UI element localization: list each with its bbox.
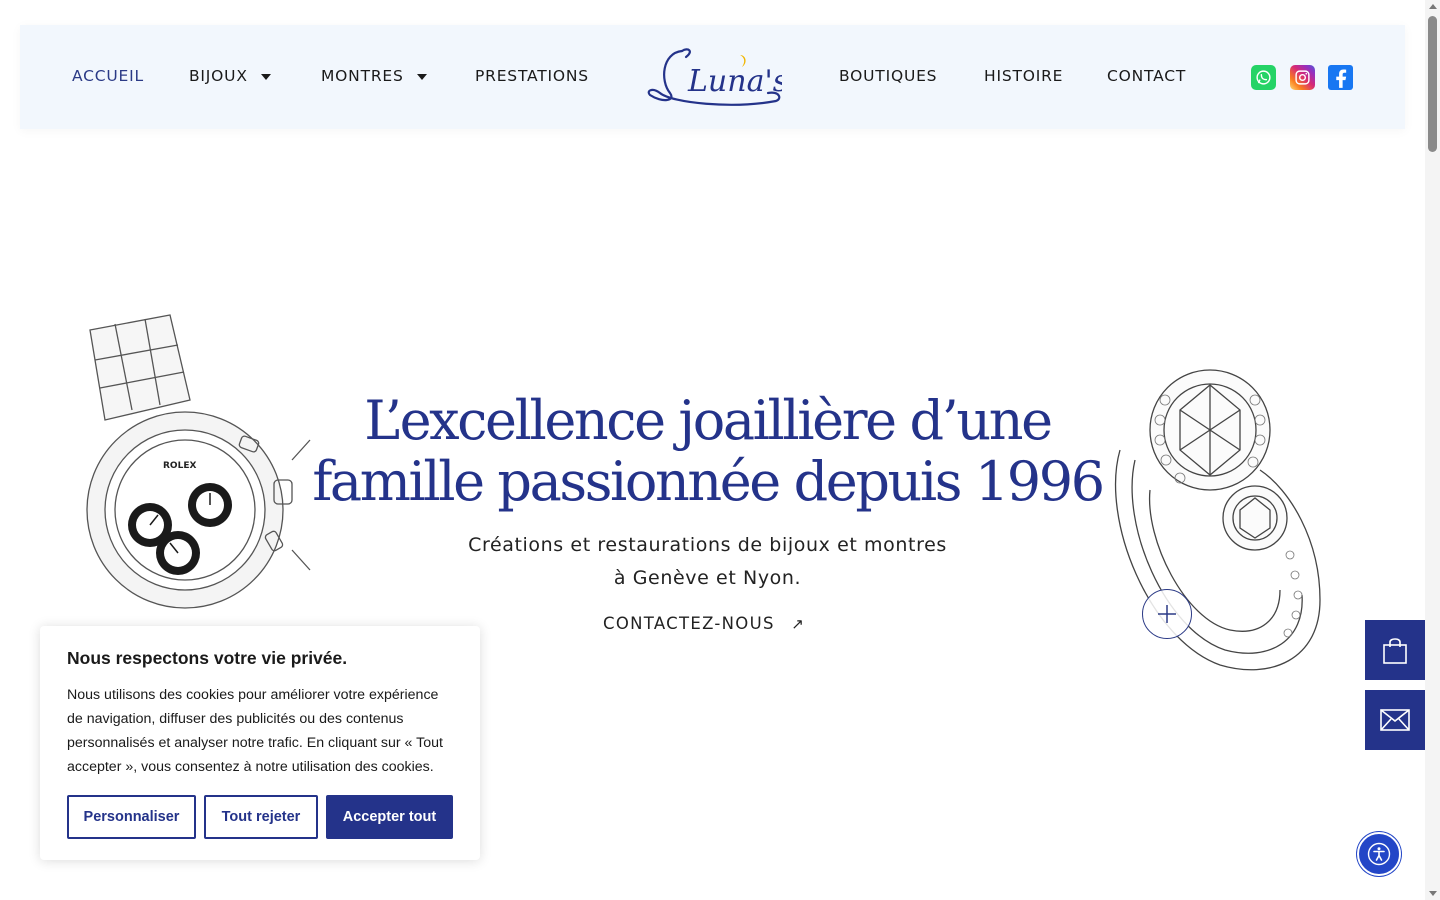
hero-subtitle: Créations et restaurations de bijoux et … [400,529,1015,595]
scrollbar-thumb[interactable] [1428,16,1437,152]
reject-all-button[interactable]: Tout rejeter [204,795,318,839]
hero-title-line: L’excellence joaillière d’une [364,389,1053,452]
nav-item-label: ACCUEIL [72,67,144,85]
plus-icon [1158,605,1176,623]
cookie-description: Nous utilisons des cookies pour améliore… [67,687,443,775]
nav-item-label: CONTACT [1107,67,1187,85]
whatsapp-icon[interactable] [1251,65,1276,90]
nav-item-histoire[interactable]: HISTOIRE [984,67,1063,85]
cookie-consent-banner: Nous respectons votre vie privée. Nous u… [40,626,480,860]
accept-all-button[interactable]: Accepter tout [326,795,453,839]
hero-title: L’excellence joaillière d’une famille pa… [300,390,1115,512]
caret-down-icon [416,74,427,80]
email-button[interactable] [1365,690,1425,750]
nav-item-label: PRESTATIONS [475,67,589,85]
shopping-bag-icon [1383,638,1407,664]
watch-illustration: ROLEX [86,314,311,609]
facebook-icon[interactable] [1328,65,1353,90]
nav-item-accueil[interactable]: ACCUEIL [72,67,144,85]
nav-item-prestations[interactable]: PRESTATIONS [475,67,589,85]
cookie-title: Nous respectons votre vie privée. [67,648,348,668]
watch-brand-text: ROLEX [163,461,196,471]
customize-button[interactable]: Personnaliser [67,795,196,839]
scroll-down-arrow-icon[interactable] [1429,891,1437,896]
nav-item-bijoux[interactable]: BIJOUX [189,67,271,85]
nav-item-montres[interactable]: MONTRES [321,67,427,85]
expand-plus-button[interactable] [1142,589,1192,639]
nav-item-label: HISTOIRE [984,67,1064,85]
caret-down-icon [260,74,271,80]
nav-item-label: BOUTIQUES [839,67,938,85]
hero-subtitle-line: à Genève et Nyon. [613,567,802,589]
nav-item-label: BIJOUX [189,67,248,85]
page-scrollbar[interactable] [1425,0,1440,900]
hero-title-line: famille passionnée depuis 1996 [312,450,1105,513]
ring-illustration [1115,369,1321,671]
lunas-logo[interactable]: Luna's [642,41,782,111]
site-header: ACCUEIL BIJOUX MONTRES PRESTATIONS Luna'… [20,25,1405,129]
accessibility-icon [1367,842,1391,866]
hero-subtitle-line: Créations et restaurations de bijoux et … [468,534,947,556]
contact-us-label: CONTACTEZ-NOUS [603,614,775,633]
nav-item-label: MONTRES [321,67,404,85]
envelope-icon [1380,709,1410,731]
accessibility-button[interactable] [1357,832,1401,876]
contact-us-link[interactable]: CONTACTEZ-NOUS ↗ [603,614,805,633]
shop-button[interactable] [1365,620,1425,680]
logo-text: Luna's [687,64,782,99]
scroll-up-arrow-icon[interactable] [1429,4,1437,9]
instagram-icon[interactable] [1290,65,1315,90]
nav-item-boutiques[interactable]: BOUTIQUES [839,67,937,85]
nav-item-contact[interactable]: CONTACT [1107,67,1186,85]
arrow-up-right-icon: ↗ [791,615,806,633]
